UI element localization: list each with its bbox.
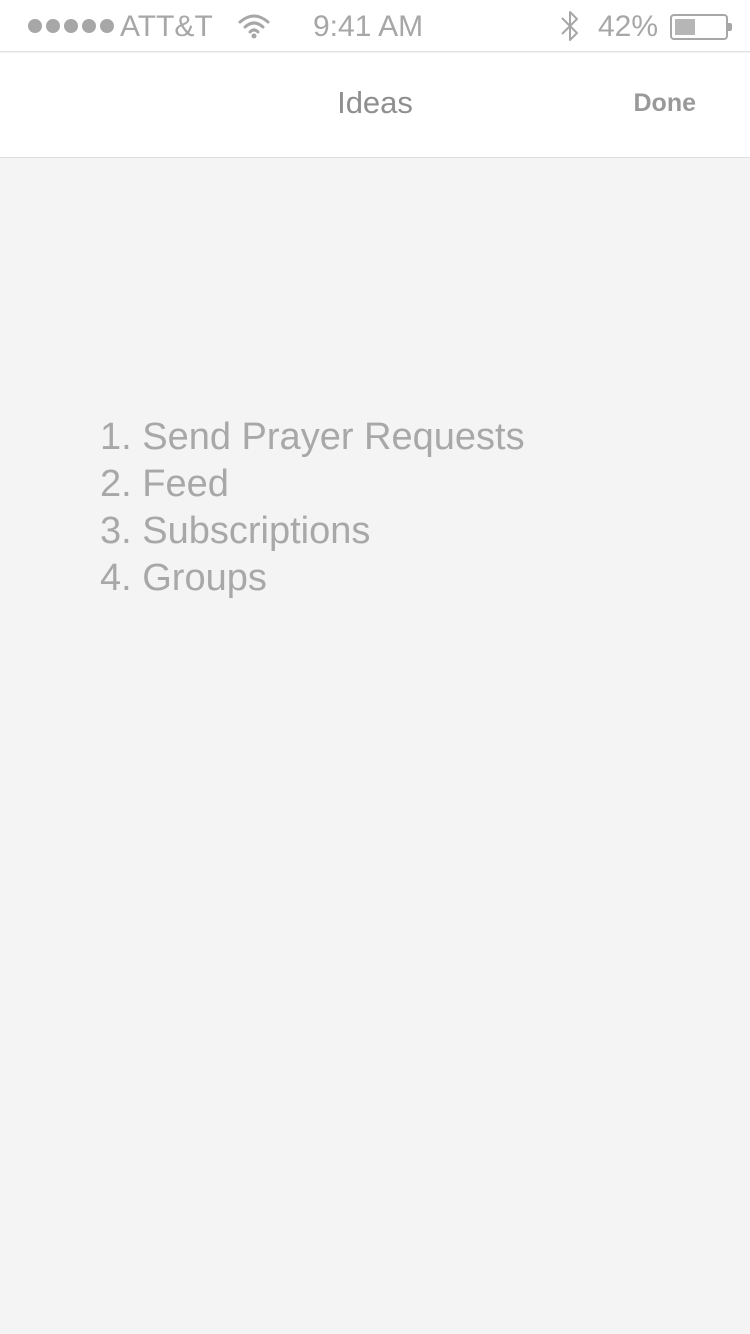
ideas-list: 1. Send Prayer Requests 2. Feed 3. Subsc…	[100, 414, 525, 602]
carrier-name: ATT&T	[120, 10, 213, 43]
content-area: 1. Send Prayer Requests 2. Feed 3. Subsc…	[0, 158, 750, 1334]
navigation-bar: Ideas Done	[0, 53, 750, 158]
signal-dots-icon	[28, 19, 114, 33]
list-item: 4. Groups	[100, 557, 267, 599]
battery-icon	[670, 14, 732, 40]
list-item: 1. Send Prayer Requests	[100, 416, 525, 458]
battery-percent: 42%	[598, 10, 659, 43]
status-time: 9:41 AM	[313, 10, 424, 43]
wifi-icon	[238, 14, 270, 39]
status-bar: ATT&T 9:41 AM 42%	[0, 0, 750, 52]
list-item: 2. Feed	[100, 463, 229, 505]
battery-level	[675, 19, 695, 35]
list-item: 3. Subscriptions	[100, 510, 371, 552]
bluetooth-icon	[561, 11, 578, 41]
done-button[interactable]: Done	[634, 86, 697, 120]
